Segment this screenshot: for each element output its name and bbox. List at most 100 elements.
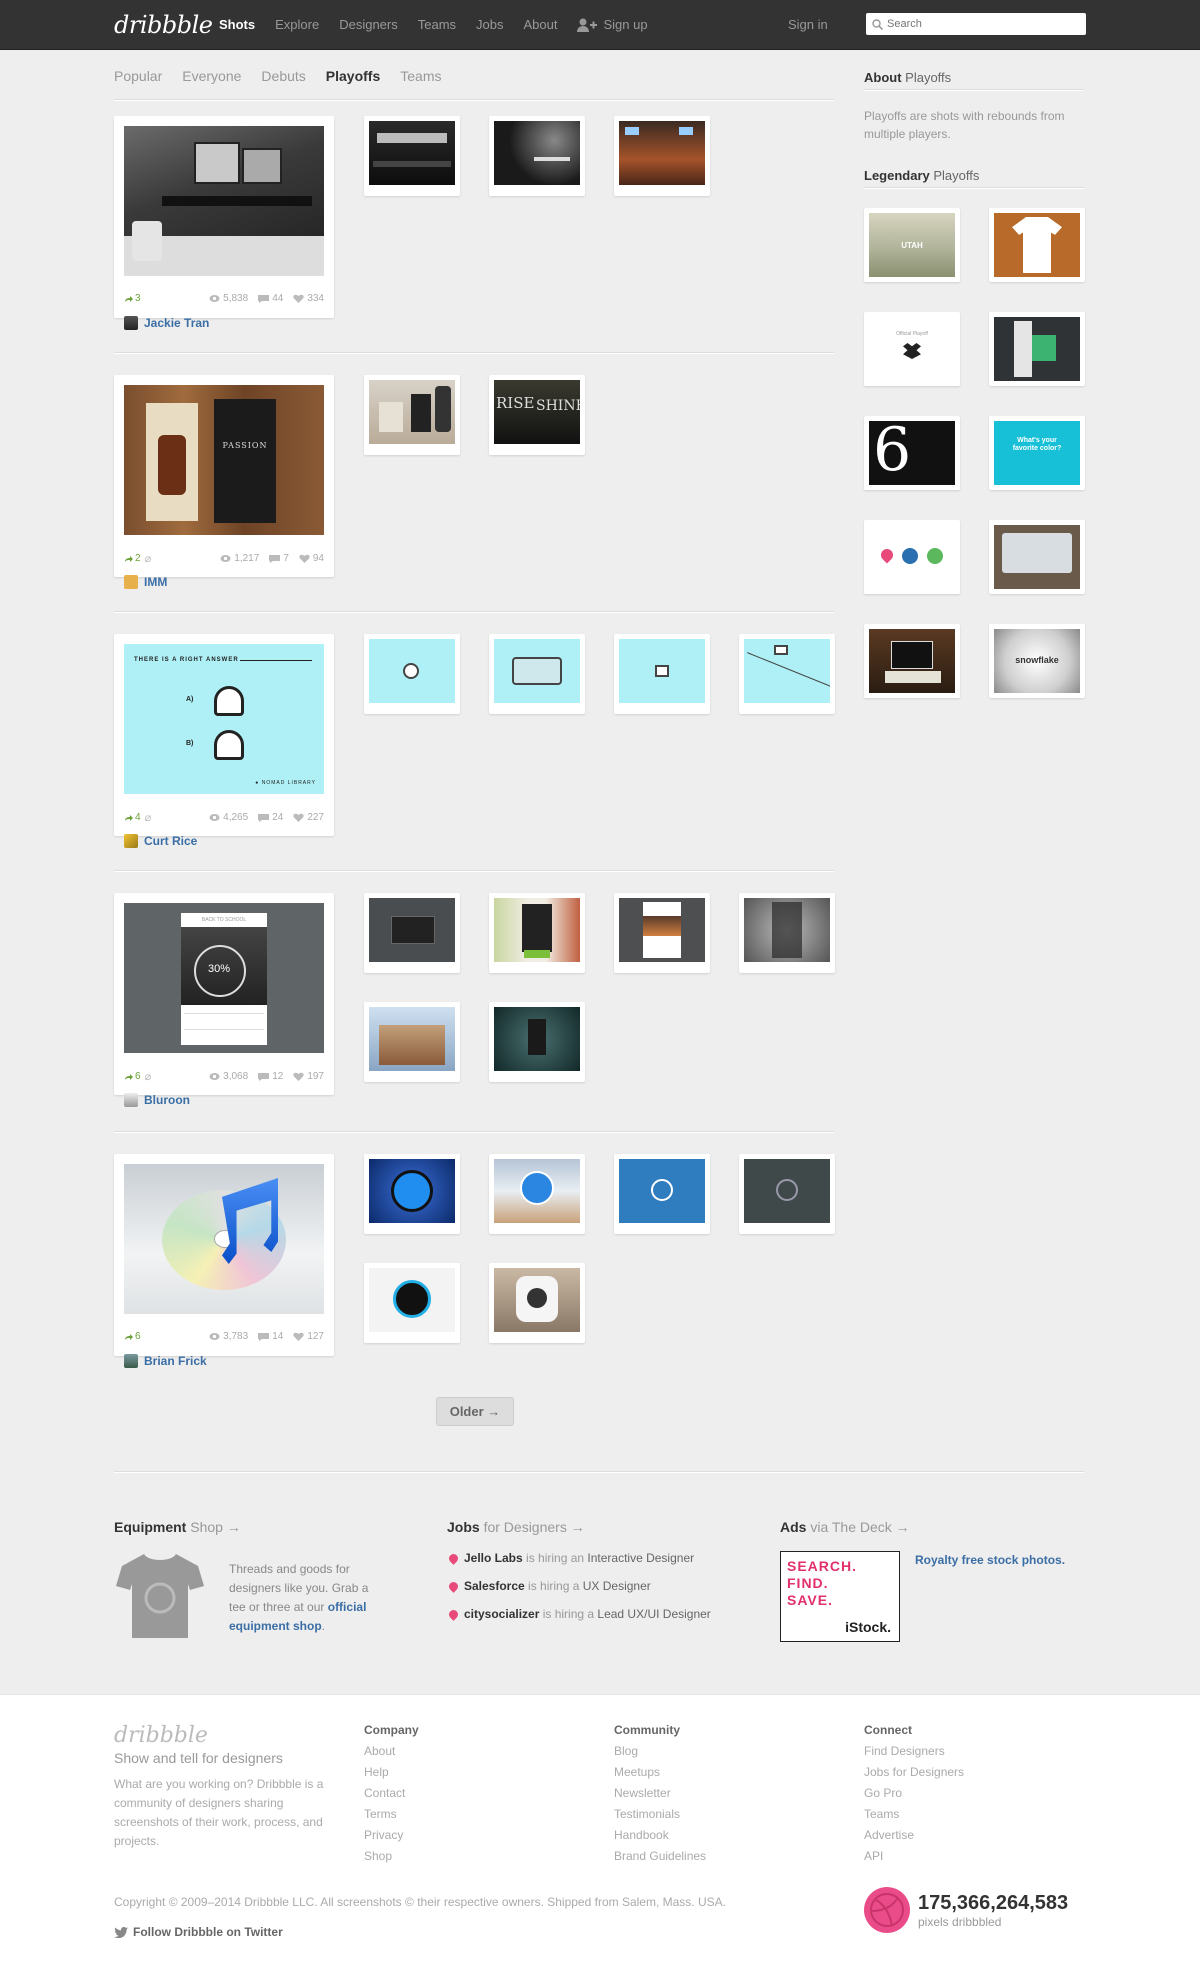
legendary-thumb[interactable] [989, 208, 1085, 282]
likes-stat[interactable]: 227 [293, 812, 324, 823]
legendary-thumb[interactable]: What's your favorite color? [989, 416, 1085, 490]
footer-link[interactable]: Blog [614, 1741, 706, 1762]
signin-link[interactable]: Sign in [788, 17, 828, 32]
rebound-thumb[interactable] [739, 893, 835, 973]
rebound-thumb[interactable] [364, 375, 460, 455]
legendary-thumb[interactable] [864, 520, 960, 594]
tab-everyone[interactable]: Everyone [182, 68, 241, 84]
rebound-thumb[interactable] [739, 634, 835, 714]
rebound-thumb[interactable] [614, 1154, 710, 1234]
footer-link[interactable]: Meetups [614, 1762, 706, 1783]
nav-jobs[interactable]: Jobs [476, 17, 503, 32]
rebound-count[interactable]: 6 [124, 1071, 141, 1082]
playoff-main-shot[interactable]: BACK TO SCHOOL 30% 6 ⌀ 3,068 12 197 [114, 893, 334, 1095]
search-input[interactable] [887, 18, 1077, 30]
rebound-thumb[interactable] [489, 634, 585, 714]
likes-stat[interactable]: 127 [293, 1331, 324, 1342]
author-link[interactable]: IMM [124, 575, 167, 589]
attachment-icon[interactable]: ⌀ [145, 811, 152, 824]
tab-teams[interactable]: Teams [400, 68, 441, 84]
shot-image[interactable]: PASSION [124, 385, 324, 535]
nav-explore[interactable]: Explore [275, 17, 319, 32]
footer-link[interactable]: Teams [864, 1804, 964, 1825]
legendary-thumb[interactable]: snowflake [989, 624, 1085, 698]
footer-link[interactable]: Find Designers [864, 1741, 964, 1762]
istock-ad[interactable]: SEARCH. FIND. SAVE. iStock. [780, 1551, 900, 1642]
likes-stat[interactable]: 197 [293, 1071, 324, 1082]
playoff-main-shot[interactable]: PASSION 2 ⌀ 1,217 7 94 [114, 375, 334, 577]
likes-stat[interactable]: 334 [293, 293, 324, 304]
signup-link[interactable]: Sign up [577, 17, 648, 32]
footer-link[interactable]: Newsletter [614, 1783, 706, 1804]
author-link[interactable]: Curt Rice [124, 834, 197, 848]
legendary-thumb[interactable] [864, 624, 960, 698]
rebound-thumb[interactable] [489, 1002, 585, 1082]
comments-stat[interactable]: 12 [258, 1071, 283, 1082]
footer-link[interactable]: Jobs for Designers [864, 1762, 964, 1783]
author-link[interactable]: Brian Frick [124, 1354, 207, 1368]
author-link[interactable]: Jackie Tran [124, 316, 209, 330]
nav-shots[interactable]: Shots [219, 17, 255, 32]
rebound-thumb[interactable] [614, 116, 710, 196]
rebound-thumb[interactable] [489, 1154, 585, 1234]
footer-link[interactable]: Privacy [364, 1825, 419, 1846]
job-listing[interactable]: Salesforce is hiring a UX Designer [447, 1579, 651, 1593]
rebound-thumb[interactable] [614, 634, 710, 714]
nav-designers[interactable]: Designers [339, 17, 398, 32]
rebound-thumb[interactable] [614, 893, 710, 973]
jobs-heading[interactable]: Jobs for Designers → [447, 1519, 585, 1535]
footer-link[interactable]: Help [364, 1762, 419, 1783]
older-button[interactable]: Older → [436, 1397, 514, 1426]
author-link[interactable]: Bluroon [124, 1093, 190, 1107]
legendary-thumb[interactable]: Official Playoff [864, 312, 960, 386]
attachment-icon[interactable]: ⌀ [145, 1070, 152, 1083]
rebound-thumb[interactable] [489, 1263, 585, 1343]
legendary-thumb[interactable]: UTAH [864, 208, 960, 282]
footer-link[interactable]: Shop [364, 1846, 419, 1867]
rebound-thumb[interactable] [364, 634, 460, 714]
legendary-thumb[interactable]: 6 [864, 416, 960, 490]
footer-link[interactable]: Terms [364, 1804, 419, 1825]
footer-link[interactable]: About [364, 1741, 419, 1762]
comments-stat[interactable]: 44 [258, 293, 283, 304]
tshirt-image[interactable] [114, 1550, 206, 1642]
rebound-thumb[interactable] [364, 116, 460, 196]
footer-logo[interactable]: dribbble [114, 1723, 208, 1748]
shot-image[interactable]: THERE IS A RIGHT ANSWER A) B) ● NOMAD LI… [124, 644, 324, 794]
nav-teams[interactable]: Teams [418, 17, 456, 32]
search-box[interactable] [866, 13, 1086, 35]
rebound-thumb[interactable]: RISE SHINE [489, 375, 585, 455]
tab-debuts[interactable]: Debuts [261, 68, 305, 84]
job-listing[interactable]: Jello Labs is hiring an Interactive Desi… [447, 1551, 694, 1565]
comments-stat[interactable]: 14 [258, 1331, 283, 1342]
shot-image[interactable]: BACK TO SCHOOL 30% [124, 903, 324, 1053]
playoff-main-shot[interactable]: 6 3,783 14 127 [114, 1154, 334, 1356]
nav-about[interactable]: About [524, 17, 558, 32]
footer-link[interactable]: Advertise [864, 1825, 964, 1846]
rebound-thumb[interactable] [364, 1154, 460, 1234]
rebound-thumb[interactable] [364, 893, 460, 973]
ad-link[interactable]: Royalty free stock photos. [915, 1553, 1065, 1567]
dribbble-logo[interactable]: dribbble [114, 11, 213, 39]
job-listing[interactable]: citysocializer is hiring a Lead UX/UI De… [447, 1607, 711, 1621]
legendary-thumb[interactable] [989, 520, 1085, 594]
footer-link[interactable]: Contact [364, 1783, 419, 1804]
rebound-count[interactable]: 3 [124, 293, 141, 304]
footer-link[interactable]: Handbook [614, 1825, 706, 1846]
footer-link[interactable]: API [864, 1846, 964, 1867]
comments-stat[interactable]: 7 [269, 553, 289, 564]
attachment-icon[interactable]: ⌀ [145, 552, 152, 565]
shot-image[interactable] [124, 126, 324, 276]
likes-stat[interactable]: 94 [299, 553, 324, 564]
playoff-main-shot[interactable]: 3 5,838 44 334 [114, 116, 334, 318]
tab-playoffs[interactable]: Playoffs [326, 68, 380, 84]
footer-link[interactable]: Brand Guidelines [614, 1846, 706, 1867]
legendary-thumb[interactable] [989, 312, 1085, 386]
footer-link[interactable]: Testimonials [614, 1804, 706, 1825]
comments-stat[interactable]: 24 [258, 812, 283, 823]
rebound-thumb[interactable] [489, 116, 585, 196]
tab-popular[interactable]: Popular [114, 68, 162, 84]
equipment-heading[interactable]: Equipment Shop → [114, 1519, 241, 1535]
rebound-count[interactable]: 4 [124, 812, 141, 823]
rebound-thumb[interactable] [739, 1154, 835, 1234]
